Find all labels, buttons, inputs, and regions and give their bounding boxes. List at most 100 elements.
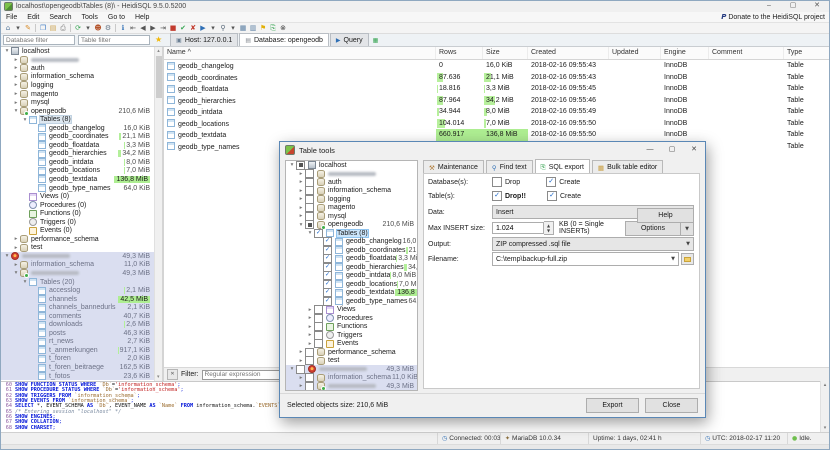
tree-item-t-anmerkungen[interactable]: t_anmerkungen917,1 KiB — [1, 346, 162, 355]
expander-icon[interactable]: ▾ — [3, 253, 11, 259]
expander-icon[interactable]: ▸ — [12, 91, 20, 97]
expander-icon[interactable]: ▾ — [12, 108, 20, 114]
tree-item-functions[interactable]: ▸Functions — [286, 323, 417, 332]
expander-icon[interactable]: ▾ — [12, 270, 20, 276]
tree-item-geodb-floatdata[interactable]: ✓geodb_floatdata3,3 MiB — [286, 255, 417, 264]
database-filter-input[interactable] — [3, 35, 75, 45]
tree-checkbox[interactable] — [305, 356, 314, 365]
dialog-tab-sql-export[interactable]: ⎘SQL export — [535, 159, 590, 174]
table-row-geodb_changelog[interactable]: geodb_changelog016,0 KiB2018-02-16 09:55… — [164, 60, 830, 72]
table-filter-input[interactable] — [78, 35, 150, 45]
tree-item-comments[interactable]: comments40,7 KiB — [1, 312, 162, 321]
tree-item-views-0-[interactable]: Views (0) — [1, 192, 162, 201]
toolbar-goto-next-icon[interactable]: ▶ — [148, 23, 158, 33]
tree-checkbox[interactable] — [314, 339, 323, 348]
tree-item-accesslog[interactable]: accesslog2,1 MiB — [1, 286, 162, 295]
tab-database[interactable]: ▤Database: opengeodb — [239, 33, 329, 46]
toolbar-info-icon[interactable]: ℹ — [118, 23, 128, 33]
toolbar-print-icon[interactable]: ⎙ — [58, 23, 68, 33]
expander-icon[interactable]: ▸ — [297, 171, 305, 177]
column-header-type[interactable]: Type — [784, 47, 830, 59]
dialog-tab-find-text[interactable]: ⚲Find text — [486, 160, 533, 174]
expander-icon[interactable]: ▸ — [297, 196, 305, 202]
expander-icon[interactable]: ▸ — [306, 307, 314, 313]
expander-icon[interactable]: ▾ — [297, 222, 305, 228]
tree-item-channels-bannedurls[interactable]: channels_bannedurls2,1 KiB — [1, 303, 162, 312]
tree-item-t-fotos[interactable]: t_fotos23,6 KiB — [1, 372, 162, 381]
expander-icon[interactable]: ▸ — [12, 65, 20, 71]
create-databases-checkbox[interactable]: ✓ — [546, 177, 556, 187]
expander-icon[interactable]: ▸ — [297, 188, 305, 194]
expander-icon[interactable]: ▸ — [12, 100, 20, 106]
column-header-engine[interactable]: Engine — [661, 47, 709, 59]
expander-icon[interactable]: ▸ — [297, 349, 305, 355]
tree-item-information-schema[interactable]: ▸information_schema11,0 KiB — [286, 374, 417, 383]
tree-item-geodb-hierarchies[interactable]: ✓geodb_hierarchies34,2 MiB — [286, 263, 417, 272]
tree-item-auth[interactable]: ▸auth — [286, 178, 417, 187]
tree-item-test[interactable]: ▸test — [286, 357, 417, 366]
toolbar-refresh-icon[interactable]: ⟳ — [73, 23, 83, 33]
toolbar-session-dropdown-icon[interactable]: ▾ — [13, 23, 23, 33]
tree-item-information-schema[interactable]: ▸information_schema — [1, 73, 162, 82]
table-row-geodb_coordinates[interactable]: geodb_coordinates87.63621,1 MiB2018-02-1… — [164, 72, 830, 84]
column-header-created[interactable]: Created — [528, 47, 609, 59]
dialog-tab-bulk-table-editor[interactable]: ▦Bulk table editor — [592, 160, 663, 174]
tab-query[interactable]: ▶Query — [330, 33, 369, 46]
export-button[interactable]: Export — [586, 398, 639, 413]
log-scrollbar[interactable]: ▴ ▾ — [820, 381, 829, 432]
tree-item-tables-8-[interactable]: ▾✓Tables (8) — [286, 229, 417, 238]
expander-icon[interactable]: ▸ — [12, 236, 20, 242]
toolbar-goto-last-icon[interactable]: ⇥ — [158, 23, 168, 33]
toolbar-edit-session-icon[interactable]: ✎ — [23, 23, 33, 33]
toolbar-paste-icon[interactable]: ▤ — [48, 23, 58, 33]
toolbar-session-manager-icon[interactable]: ⌂ — [3, 23, 13, 33]
toolbar-form-view-icon[interactable]: ▥ — [248, 23, 258, 33]
toolbar-bookmark-icon[interactable]: ⚑ — [258, 23, 268, 33]
tree-item-opengeodb[interactable]: ▾opengeodb210,6 MiB — [286, 221, 417, 230]
toolbar-discard-icon[interactable]: ✘ — [188, 23, 198, 33]
expander-icon[interactable]: ▾ — [288, 366, 296, 372]
toolbar-refresh-dropdown-icon[interactable]: ▾ — [83, 23, 93, 33]
tree-item-performance-schema[interactable]: ▸performance_schema — [286, 348, 417, 357]
create-tables-checkbox[interactable]: ✓ — [547, 191, 557, 201]
expander-icon[interactable]: ▸ — [12, 57, 20, 63]
help-button[interactable]: Help — [637, 208, 694, 223]
tree-item-test[interactable]: ▸test — [1, 244, 162, 253]
tree-item-mysql[interactable]: ▸mysql — [286, 212, 417, 221]
tree-item-t-foren[interactable]: t_foren2,0 KiB — [1, 355, 162, 364]
tree-item-rt-news[interactable]: rt_news2,7 KiB — [1, 338, 162, 347]
expander-icon[interactable]: ▸ — [297, 383, 305, 389]
tree-item-mysql[interactable]: ▸mysql — [1, 98, 162, 107]
tree-item-geodb-coordinates[interactable]: geodb_coordinates21,1 MiB — [1, 132, 162, 141]
tree-checkbox[interactable] — [296, 161, 305, 170]
tree-item-geodb-coordinates[interactable]: ✓geodb_coordinates21,1 MiB — [286, 246, 417, 255]
tree-item-logging[interactable]: ▸logging — [1, 81, 162, 90]
expander-icon[interactable]: ▸ — [297, 205, 305, 211]
toolbar-export-grid-icon[interactable]: ⎘ — [268, 23, 278, 33]
output-select[interactable]: ZIP compressed .sql file ▼ — [492, 237, 694, 251]
dialog-tab-maintenance[interactable]: ⚒Maintenance — [423, 160, 484, 174]
dialog-close-button[interactable]: ✕ — [683, 142, 705, 158]
favorites-star-icon[interactable]: ★ — [155, 34, 162, 46]
toolbar-grid-view-icon[interactable]: ▦ — [238, 23, 248, 33]
tree-item-triggers[interactable]: ▸Triggers — [286, 331, 417, 340]
tree-item-geodb-floatdata[interactable]: geodb_floatdata3,3 MiB — [1, 141, 162, 150]
drop-tables-checkbox[interactable]: ✓ — [492, 191, 502, 201]
expander-icon[interactable]: ▸ — [297, 358, 305, 364]
expander-icon[interactable]: ▸ — [297, 213, 305, 219]
close-button[interactable]: ✕ — [805, 1, 829, 12]
table-row-geodb_locations[interactable]: geodb_locations104.0147,0 MiB2018-02-16 … — [164, 118, 830, 130]
expander-icon[interactable]: ▸ — [297, 179, 305, 185]
tree-item-information-schema[interactable]: ▸information_schema11,0 KiB — [1, 261, 162, 270]
tree-item-geodb-locations[interactable]: geodb_locations7,0 MiB — [1, 167, 162, 176]
toolbar-preferences-icon[interactable]: ⚙ — [103, 23, 113, 33]
expander-icon[interactable]: ▸ — [306, 324, 314, 330]
toolbar-apply-icon[interactable]: ✔ — [178, 23, 188, 33]
expander-icon[interactable]: ▸ — [12, 262, 20, 268]
toolbar-cancel-operation-icon[interactable]: ⊗ — [278, 23, 288, 33]
toolbar-copy-icon[interactable]: ❐ — [38, 23, 48, 33]
donate-link[interactable]: P Donate to the HeidiSQL project — [721, 13, 825, 21]
table-row-geodb_hierarchies[interactable]: geodb_hierarchies87.96434,2 MiB2018-02-1… — [164, 95, 830, 107]
dialog-maximize-button[interactable]: ▢ — [661, 142, 683, 158]
tree-item-tables-20-[interactable]: ▾Tables (20) — [1, 278, 162, 287]
